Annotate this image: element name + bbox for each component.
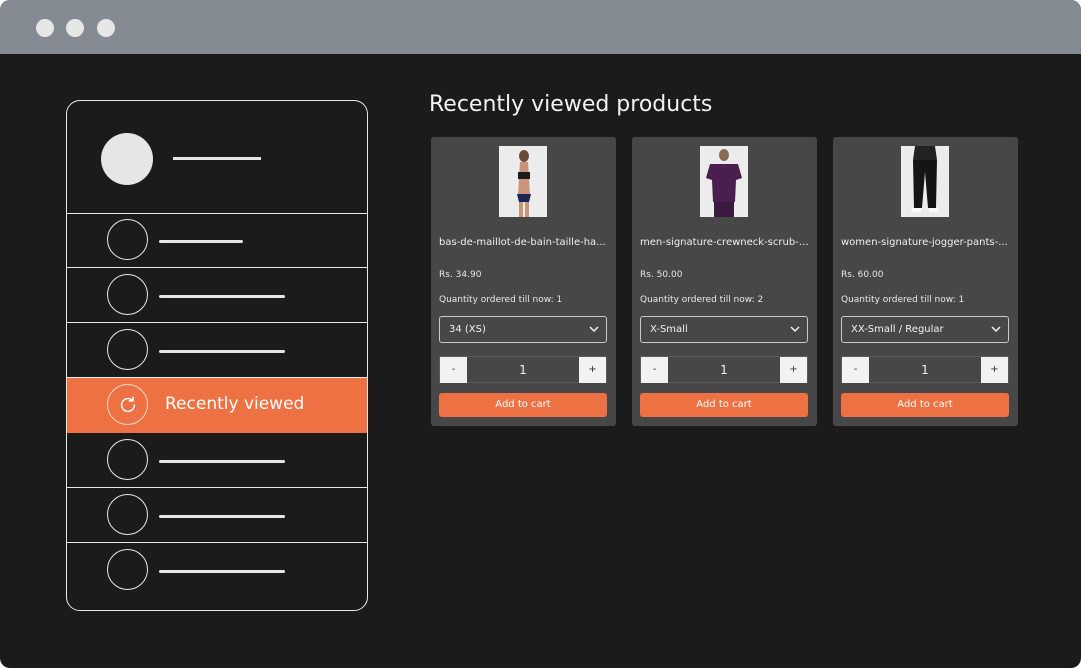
account-sidebar: Recently viewed	[66, 100, 368, 611]
sidebar-item-icon	[107, 219, 148, 260]
sidebar-item-label-placeholder	[159, 515, 285, 518]
decrement-button[interactable]: -	[842, 357, 869, 383]
profile-name-placeholder	[173, 157, 261, 160]
avatar	[101, 133, 153, 185]
variant-select[interactable]: XX-Small / Regular	[841, 316, 1009, 343]
refresh-icon	[120, 396, 136, 413]
decrement-button[interactable]: -	[440, 357, 467, 383]
quantity-input[interactable]: 1	[869, 357, 981, 383]
decrement-button[interactable]: -	[641, 357, 668, 383]
add-to-cart-button[interactable]: Add to cart	[640, 393, 808, 417]
sidebar-item-7[interactable]	[67, 543, 367, 598]
sidebar-item-2[interactable]	[67, 268, 367, 323]
variant-select-value: 34 (XS)	[449, 324, 486, 335]
profile-header	[67, 101, 367, 214]
sidebar-item-5[interactable]	[67, 433, 367, 488]
app-window: Recently viewed Recently viewed products	[0, 0, 1081, 668]
sidebar-item-label: Recently viewed	[165, 394, 305, 414]
chevron-down-icon	[589, 326, 599, 333]
window-close-button[interactable]	[36, 19, 54, 37]
product-name[interactable]: bas-de-maillot-de-bain-taille-ha...	[439, 237, 609, 248]
product-name[interactable]: women-signature-jogger-pants-...	[841, 237, 1011, 248]
product-card: bas-de-maillot-de-bain-taille-ha... Rs. …	[431, 137, 616, 426]
quantity-input[interactable]: 1	[467, 357, 579, 383]
sidebar-item-icon	[107, 549, 148, 590]
quantity-input[interactable]: 1	[668, 357, 780, 383]
sidebar-item-1[interactable]	[67, 213, 367, 268]
quantity-ordered-text: Quantity ordered till now: 2	[640, 295, 764, 305]
variant-select[interactable]: 34 (XS)	[439, 316, 607, 343]
page-title: Recently viewed products	[429, 92, 713, 117]
quantity-stepper: - 1 +	[841, 356, 1009, 383]
sidebar-item-6[interactable]	[67, 488, 367, 543]
product-image[interactable]	[901, 146, 949, 217]
sidebar-item-recently-viewed[interactable]: Recently viewed	[67, 378, 367, 433]
product-price: Rs. 50.00	[640, 270, 683, 280]
product-image[interactable]	[700, 146, 748, 217]
chevron-down-icon	[991, 326, 1001, 333]
sidebar-item-icon	[107, 274, 148, 315]
chevron-down-icon	[790, 326, 800, 333]
increment-button[interactable]: +	[579, 357, 606, 383]
product-card: women-signature-jogger-pants-... Rs. 60.…	[833, 137, 1018, 426]
sidebar-item-label-placeholder	[159, 295, 285, 298]
add-to-cart-button[interactable]: Add to cart	[439, 393, 607, 417]
window-minimize-button[interactable]	[66, 19, 84, 37]
increment-button[interactable]: +	[981, 357, 1008, 383]
quantity-stepper: - 1 +	[439, 356, 607, 383]
product-card: men-signature-crewneck-scrub-t... Rs. 50…	[632, 137, 817, 426]
sidebar-item-label-placeholder	[159, 460, 285, 463]
sidebar-item-icon	[107, 494, 148, 535]
sidebar-item-label-placeholder	[159, 570, 285, 573]
product-image[interactable]	[499, 146, 547, 217]
window-titlebar	[0, 0, 1081, 54]
sidebar-item-label-placeholder	[159, 350, 285, 353]
sidebar-item-icon	[107, 329, 148, 370]
variant-select-value: X-Small	[650, 324, 688, 335]
window-maximize-button[interactable]	[97, 19, 115, 37]
sidebar-item-3[interactable]	[67, 323, 367, 378]
quantity-ordered-text: Quantity ordered till now: 1	[841, 295, 965, 305]
variant-select[interactable]: X-Small	[640, 316, 808, 343]
product-price: Rs. 60.00	[841, 270, 884, 280]
sidebar-item-icon	[107, 384, 148, 425]
increment-button[interactable]: +	[780, 357, 807, 383]
quantity-stepper: - 1 +	[640, 356, 808, 383]
product-name[interactable]: men-signature-crewneck-scrub-t...	[640, 237, 810, 248]
sidebar-item-label-placeholder	[159, 240, 243, 243]
add-to-cart-button[interactable]: Add to cart	[841, 393, 1009, 417]
variant-select-value: XX-Small / Regular	[851, 324, 944, 335]
product-price: Rs. 34.90	[439, 270, 482, 280]
quantity-ordered-text: Quantity ordered till now: 1	[439, 295, 563, 305]
sidebar-item-icon	[107, 439, 148, 480]
